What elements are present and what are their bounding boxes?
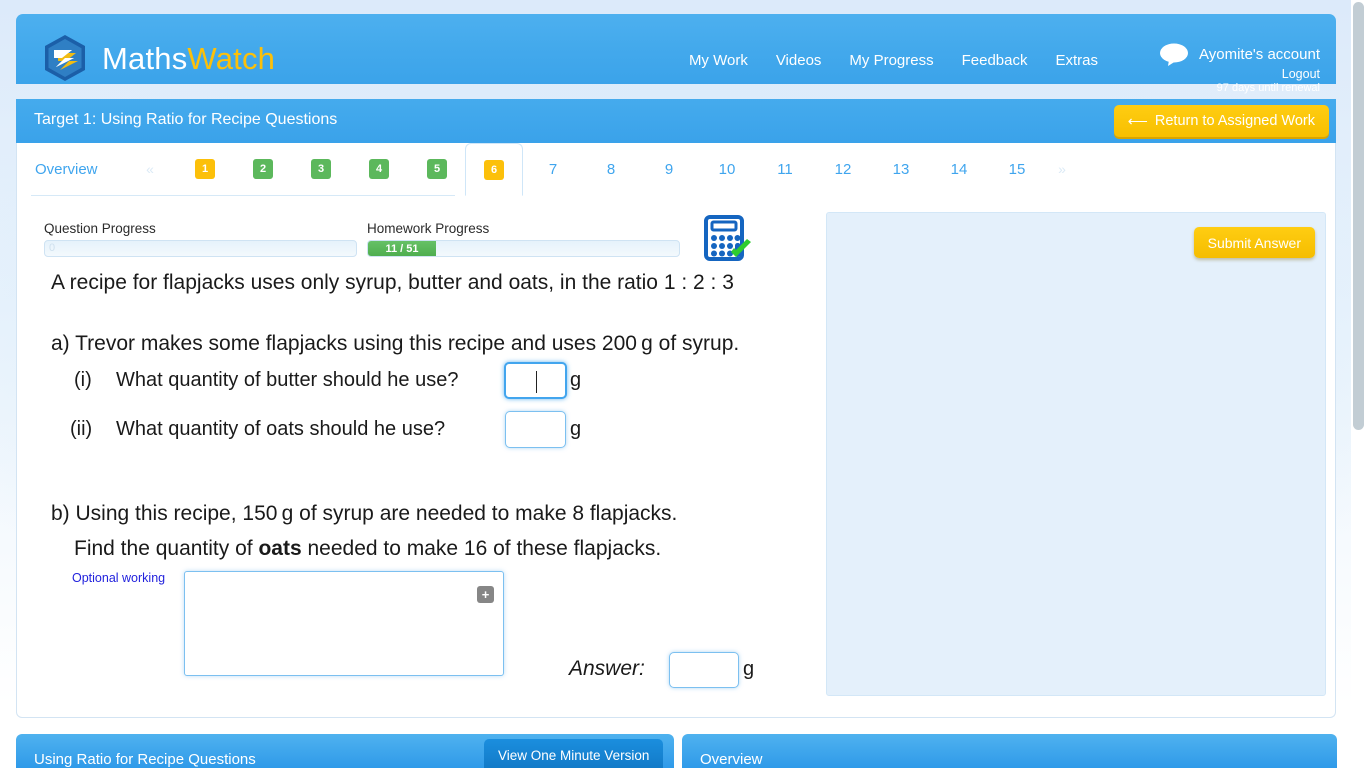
answer-input-b[interactable] xyxy=(669,652,739,688)
question-part-a-i-label: (i) xyxy=(74,369,92,391)
tab-question-6[interactable]: 6 xyxy=(465,143,523,196)
tab-question-7[interactable]: 7 xyxy=(533,143,573,195)
question-stem: A recipe for flapjacks uses only syrup, … xyxy=(51,271,734,294)
question-part-a: a) Trevor makes some flapjacks using thi… xyxy=(51,332,740,355)
unit-label-a-ii: g xyxy=(570,418,582,440)
part-b-post: needed to make 16 of these flapjacks. xyxy=(301,537,662,560)
overview-panel-title: Overview xyxy=(700,751,763,768)
unit-label-a-i: g xyxy=(570,369,582,391)
tab-question-3-badge: 3 xyxy=(311,159,331,179)
tab-question-15[interactable]: 15 xyxy=(995,143,1039,195)
homework-progress-bar: 11 / 51 xyxy=(367,240,680,257)
optional-working-label: Optional working xyxy=(72,571,166,585)
page-title: Target 1: Using Ratio for Recipe Questio… xyxy=(34,111,338,128)
account-block: Ayomite's account Logout 97 days until r… xyxy=(1159,42,1320,94)
brand-name-watch: Watch xyxy=(187,40,276,76)
page-scrollbar[interactable] xyxy=(1351,0,1366,768)
nav-item-my-work[interactable]: My Work xyxy=(689,52,748,69)
site-header: MathsWatch My Work Videos My Progress Fe… xyxy=(16,14,1336,94)
tab-question-4-badge: 4 xyxy=(369,159,389,179)
tab-question-2[interactable]: 2 xyxy=(243,143,283,195)
tab-question-13[interactable]: 13 xyxy=(879,143,923,195)
tab-question-12[interactable]: 12 xyxy=(821,143,865,195)
brand-name-maths: Maths xyxy=(102,40,188,76)
question-progress-label: Question Progress xyxy=(44,221,156,236)
overview-panel: Overview xyxy=(682,734,1337,768)
tab-question-1[interactable]: 1 xyxy=(185,143,225,195)
calculator-allowed-icon xyxy=(704,215,751,261)
return-to-assigned-work-button[interactable]: ⟵ Return to Assigned Work xyxy=(1113,105,1329,137)
top-navigation: My Work Videos My Progress Feedback Extr… xyxy=(689,52,1098,69)
nav-item-my-progress[interactable]: My Progress xyxy=(849,52,933,69)
answer-input-a-i[interactable] xyxy=(504,362,567,399)
renewal-notice: 97 days until renewal xyxy=(1216,82,1320,94)
scrollbar-thumb[interactable] xyxy=(1353,2,1364,430)
question-progress-bar: 0 xyxy=(44,240,357,257)
tab-question-11[interactable]: 11 xyxy=(763,143,807,195)
question-part-a-i-text: What quantity of butter should he use? xyxy=(116,369,459,391)
tab-overview[interactable]: Overview xyxy=(35,143,127,195)
part-b-pre: Find the quantity of xyxy=(74,537,259,560)
tab-question-14[interactable]: 14 xyxy=(937,143,981,195)
unit-label-b: g xyxy=(743,658,755,680)
tab-question-9[interactable]: 9 xyxy=(649,143,689,195)
tab-next-button[interactable]: » xyxy=(1047,143,1077,195)
brand-logo[interactable]: MathsWatch xyxy=(40,33,275,83)
question-part-a-ii-text: What quantity of oats should he use? xyxy=(116,418,446,440)
video-panel: Using Ratio for Recipe Questions View On… xyxy=(16,734,674,768)
text-caret xyxy=(535,371,537,393)
answer-feedback-panel: Submit Answer xyxy=(826,212,1326,696)
optional-working-input[interactable]: + xyxy=(184,571,504,676)
plus-icon[interactable]: + xyxy=(477,586,494,603)
question-tab-strip: Overview « 1 2 3 4 5 6 7 8 9 10 11 12 13… xyxy=(17,143,1335,196)
submit-answer-button[interactable]: Submit Answer xyxy=(1193,227,1315,258)
tab-overview-label: Overview xyxy=(35,160,98,178)
tab-question-5[interactable]: 5 xyxy=(417,143,457,195)
tab-question-1-badge: 1 xyxy=(195,159,215,179)
brand-wordmark: MathsWatch xyxy=(102,43,275,74)
tab-question-10[interactable]: 10 xyxy=(705,143,749,195)
video-panel-title: Using Ratio for Recipe Questions xyxy=(34,751,256,768)
nav-item-videos[interactable]: Videos xyxy=(776,52,822,69)
account-name[interactable]: Ayomite's account xyxy=(1199,46,1320,63)
tab-prev-button[interactable]: « xyxy=(135,143,165,195)
tab-question-4[interactable]: 4 xyxy=(359,143,399,195)
target-bar: Target 1: Using Ratio for Recipe Questio… xyxy=(16,99,1336,143)
mathswatch-hexagon-logo-icon xyxy=(45,35,85,81)
tab-question-6-badge: 6 xyxy=(484,159,504,180)
tab-question-3[interactable]: 3 xyxy=(301,143,341,195)
homework-progress-value: 11 / 51 xyxy=(368,241,436,256)
view-one-minute-version-button[interactable]: View One Minute Version xyxy=(484,739,664,768)
tab-question-8[interactable]: 8 xyxy=(591,143,631,195)
answer-input-a-ii[interactable] xyxy=(505,411,566,448)
part-b-bold: oats xyxy=(258,537,302,560)
nav-item-extras[interactable]: Extras xyxy=(1055,52,1098,69)
tab-underline xyxy=(31,195,455,196)
tab-question-5-badge: 5 xyxy=(427,159,447,179)
chevron-right-icon: » xyxy=(1058,161,1066,177)
return-button-label: Return to Assigned Work xyxy=(1154,113,1315,129)
tab-question-2-badge: 2 xyxy=(253,159,273,179)
nav-item-feedback[interactable]: Feedback xyxy=(962,52,1028,69)
answer-label: Answer: xyxy=(569,657,645,680)
question-part-b-line2: Find the quantity of oats needed to make… xyxy=(74,537,661,561)
question-part-b-line1: b) Using this recipe, 150 g of syrup are… xyxy=(51,502,678,525)
chevron-left-icon: « xyxy=(146,161,154,177)
homework-progress-label: Homework Progress xyxy=(367,221,490,236)
question-part-a-ii-label: (ii) xyxy=(70,418,93,440)
question-progress-value: 0 xyxy=(49,242,56,254)
logout-link[interactable]: Logout xyxy=(1159,67,1320,81)
page-root: MathsWatch My Work Videos My Progress Fe… xyxy=(0,0,1366,768)
speech-bubble-icon xyxy=(1160,43,1189,66)
arrow-left-icon: ⟵ xyxy=(1127,113,1148,129)
